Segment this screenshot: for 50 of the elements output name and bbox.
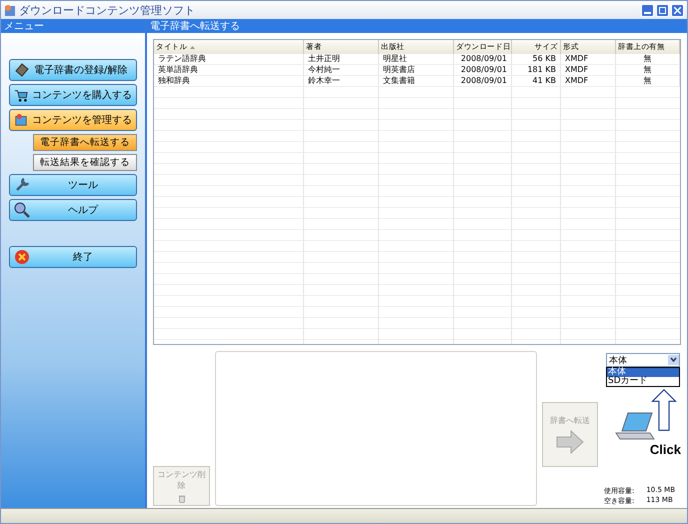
click-label: Click: [650, 442, 681, 457]
maximize-icon: [659, 6, 666, 14]
table-cell: XMDF: [561, 76, 616, 87]
menu-button[interactable]: ヘルプ: [9, 199, 137, 221]
table-cell: 2008/09/01: [454, 76, 512, 87]
menu-button[interactable]: ツール: [9, 174, 137, 196]
table-cell: 独和辞典: [154, 76, 304, 87]
menu-button[interactable]: コンテンツを管理する: [9, 109, 137, 131]
table-cell: 土井正明: [304, 54, 379, 65]
table-cell: 英単語辞典: [154, 65, 304, 76]
table-cell: 無: [616, 76, 680, 87]
menu-button[interactable]: 電子辞書へ転送する: [33, 134, 137, 151]
table-cell: 鈴木幸一: [304, 76, 379, 87]
device-dropdown[interactable]: 本体: [606, 353, 680, 367]
dropdown-option[interactable]: 本体: [607, 368, 679, 377]
minimize-button[interactable]: [641, 4, 654, 16]
table-cell: 今村純一: [304, 65, 379, 76]
table-cell: XMDF: [561, 65, 616, 76]
arrow-icon: [556, 430, 584, 454]
magnifier-icon: [14, 202, 30, 218]
table-cell: XMDF: [561, 54, 616, 65]
table-cell: 文集書籍: [379, 76, 454, 87]
table-cell: 41 KB: [512, 76, 561, 87]
dropdown-arrow-icon: [668, 355, 679, 365]
folder-icon: [14, 112, 28, 128]
table-cell: ラテン語辞典: [154, 54, 304, 65]
close-button[interactable]: [671, 4, 684, 16]
exit-icon: [14, 249, 30, 265]
app-icon: [4, 4, 17, 16]
window-title: ダウンロードコンテンツ管理ソフト: [19, 2, 196, 18]
menu-button[interactable]: 終了: [9, 246, 137, 268]
table-cell: 2008/09/01: [454, 54, 512, 65]
wrench-icon: [14, 177, 30, 193]
sort-icon: [190, 46, 196, 48]
table-cell: 無: [616, 54, 680, 65]
menu-button[interactable]: コンテンツを購入する: [9, 84, 137, 106]
cart-icon: [14, 87, 28, 103]
menu-button[interactable]: 転送結果を確認する: [33, 154, 137, 171]
table-cell: 明星社: [379, 54, 454, 65]
trash-icon: [176, 495, 186, 503]
sidebar-title: メニュー: [1, 19, 145, 33]
close-icon: [674, 6, 681, 14]
panel-title: 電子辞書へ転送する: [147, 19, 687, 33]
table-cell: 2008/09/01: [454, 65, 512, 76]
table-cell: 明英書店: [379, 65, 454, 76]
table-cell: 181 KB: [512, 65, 561, 76]
menu-button[interactable]: 電子辞書の登録/解除: [9, 59, 137, 81]
table-cell: 無: [616, 65, 680, 76]
maximize-button[interactable]: [656, 4, 669, 16]
table-cell: 56 KB: [512, 54, 561, 65]
